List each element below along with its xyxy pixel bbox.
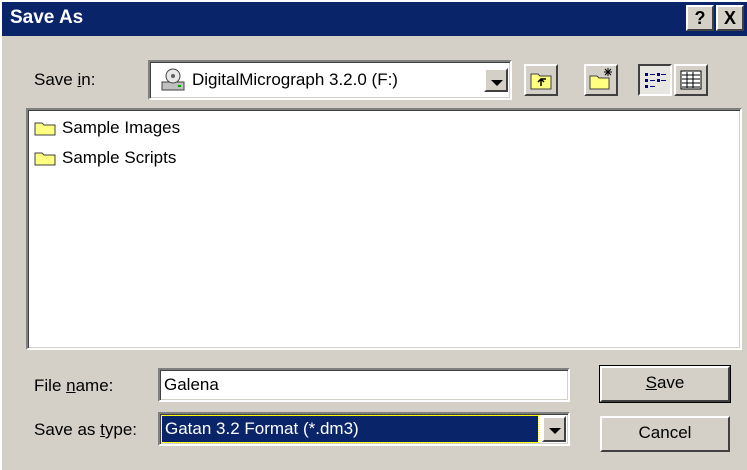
chevron-down-icon[interactable] <box>484 68 508 92</box>
file-name-label: File name: <box>34 376 114 395</box>
save-in-dropdown[interactable]: DigitalMicrograph 3.2.0 (F:) <box>148 60 512 100</box>
chevron-down-icon[interactable] <box>542 416 566 442</box>
folder-icon <box>34 152 56 166</box>
list-icon <box>645 73 666 88</box>
cancel-button[interactable]: Cancel <box>600 416 730 452</box>
dialog-title: Save As <box>10 7 84 28</box>
file-name-text: Sample Scripts <box>62 148 177 167</box>
title-bar[interactable]: Save As ? X <box>2 2 747 36</box>
file-name-text: Sample Images <box>62 118 181 137</box>
details-icon <box>680 70 702 90</box>
save-as-type-label: Save as type: <box>34 420 138 439</box>
up-one-level-button[interactable] <box>524 64 558 96</box>
folder-up-icon <box>530 73 552 90</box>
save-as-dialog: Save As ? X Save in: DigitalMicrograph 3… <box>0 0 747 470</box>
save-in-label: Save in: <box>34 70 96 89</box>
file-name-field[interactable]: Galena <box>158 368 570 402</box>
file-name-value: Galena <box>164 375 219 394</box>
drive-icon <box>160 68 186 97</box>
create-new-folder-button[interactable] <box>584 64 618 96</box>
save-as-type-value: Gatan 3.2 Format (*.dm3) <box>161 415 539 443</box>
save-button[interactable]: Save <box>599 365 731 403</box>
list-item[interactable]: Sample Images <box>34 116 180 140</box>
save-in-value: DigitalMicrograph 3.2.0 (F:) <box>192 70 398 89</box>
folder-icon <box>34 122 56 136</box>
details-view-button[interactable] <box>674 64 708 96</box>
file-list[interactable]: Sample Images Sample Scripts <box>26 108 742 350</box>
list-item[interactable]: Sample Scripts <box>34 146 176 170</box>
close-button[interactable]: X <box>716 5 744 31</box>
new-folder-icon <box>589 68 612 90</box>
list-view-button[interactable] <box>638 64 672 96</box>
save-as-type-dropdown[interactable]: Gatan 3.2 Format (*.dm3) <box>158 412 570 446</box>
help-button[interactable]: ? <box>686 5 714 31</box>
